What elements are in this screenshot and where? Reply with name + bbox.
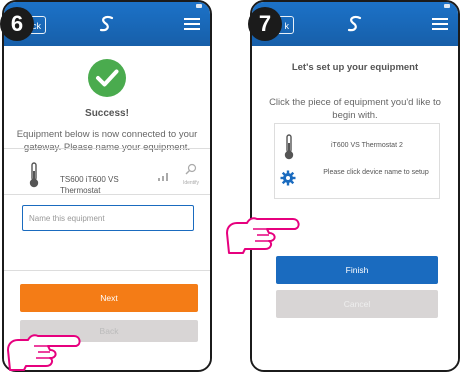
success-title: Success! [85, 108, 129, 119]
divider [4, 148, 210, 149]
identify-label: Identify [182, 180, 200, 186]
setup-title: Let's set up your equipment [291, 62, 419, 73]
divider [4, 194, 210, 195]
finish-button[interactable]: Finish [276, 256, 438, 284]
logo-icon [347, 15, 362, 32]
next-button[interactable]: Next [20, 284, 198, 312]
signal-icon [158, 173, 168, 181]
thermostat-icon [284, 134, 294, 160]
gear-icon[interactable] [280, 170, 296, 186]
device-card[interactable]: iT600 VS Thermostat 2 Please click devic… [274, 123, 440, 199]
battery-icon [444, 4, 450, 8]
identify-icon [185, 163, 197, 175]
check-circle-icon [88, 59, 126, 97]
cancel-button[interactable]: Cancel [276, 290, 438, 318]
battery-icon [196, 4, 202, 8]
pointing-hand-icon [226, 217, 300, 254]
menu-icon[interactable] [432, 18, 448, 30]
app-header: k [252, 2, 458, 46]
device-name[interactable]: iT600 VS Thermostat 2 [331, 142, 403, 149]
app-header: ck [4, 2, 210, 46]
setup-description: Click the piece of equipment you'd like … [269, 97, 441, 121]
success-description: Equipment below is now connected to your… [16, 129, 198, 153]
phone-screen-step-7: k Let's set up your equipment Click the … [250, 0, 460, 372]
pointing-hand-icon [7, 334, 81, 371]
menu-icon[interactable] [184, 18, 200, 30]
identify-button[interactable]: Identify [176, 162, 206, 186]
thermostat-icon [29, 162, 39, 188]
logo-icon [99, 15, 114, 32]
step-badge-7: 7 [248, 7, 282, 41]
step-badge-6: 6 [0, 7, 34, 41]
device-name[interactable]: TS600 iT600 VS Thermostat [60, 174, 150, 196]
equipment-name-input[interactable] [22, 205, 194, 231]
setup-hint: Please click device name to setup [323, 169, 429, 176]
divider [4, 270, 210, 271]
